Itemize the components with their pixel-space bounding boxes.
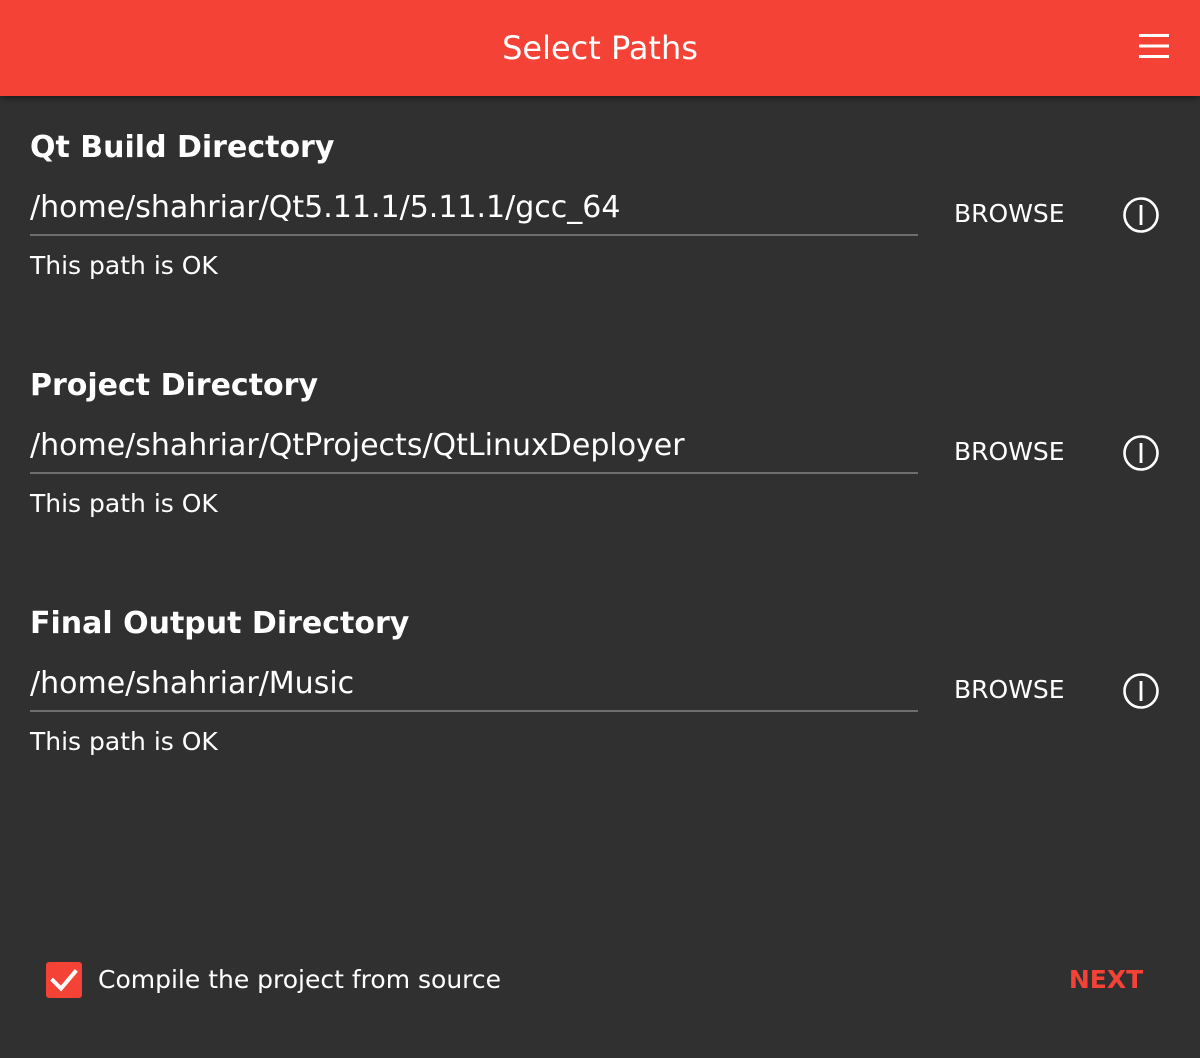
- section-title: Qt Build Directory: [30, 130, 335, 165]
- browse-button[interactable]: BROWSE: [954, 668, 1065, 712]
- info-icon[interactable]: [1122, 434, 1160, 472]
- path-status-text: This path is OK: [30, 727, 218, 756]
- path-status-text: This path is OK: [30, 251, 218, 280]
- path-value[interactable]: /home/shahriar/QtProjects/QtLinuxDeploye…: [30, 426, 685, 466]
- qt-build-directory-field[interactable]: /home/shahriar/Qt5.11.1/5.11.1/gcc_64: [30, 188, 918, 236]
- section-title: Final Output Directory: [30, 606, 410, 641]
- info-icon[interactable]: [1122, 196, 1160, 234]
- final-output-directory-field[interactable]: /home/shahriar/Music: [30, 664, 918, 712]
- browse-button[interactable]: BROWSE: [954, 430, 1065, 474]
- next-button[interactable]: NEXT: [1066, 960, 1146, 1000]
- project-directory-section: Project Directory /home/shahriar/QtProje…: [30, 366, 1170, 566]
- page-title: Select Paths: [502, 29, 698, 67]
- section-title: Project Directory: [30, 368, 319, 403]
- app-bar: Select Paths: [0, 0, 1200, 96]
- compile-from-source-label[interactable]: Compile the project from source: [98, 962, 501, 998]
- project-directory-field[interactable]: /home/shahriar/QtProjects/QtLinuxDeploye…: [30, 426, 918, 474]
- info-icon[interactable]: [1122, 672, 1160, 710]
- hamburger-menu-icon[interactable]: [1138, 30, 1170, 62]
- qt-build-directory-section: Qt Build Directory /home/shahriar/Qt5.11…: [30, 128, 1170, 328]
- final-output-directory-section: Final Output Directory /home/shahriar/Mu…: [30, 604, 1170, 804]
- path-value[interactable]: /home/shahriar/Music: [30, 664, 354, 704]
- browse-button[interactable]: BROWSE: [954, 192, 1065, 236]
- compile-from-source-checkbox[interactable]: [46, 962, 82, 998]
- select-paths-window: Select Paths Qt Build Directory /home/sh…: [0, 0, 1200, 1058]
- path-status-text: This path is OK: [30, 489, 218, 518]
- path-value[interactable]: /home/shahriar/Qt5.11.1/5.11.1/gcc_64: [30, 188, 620, 228]
